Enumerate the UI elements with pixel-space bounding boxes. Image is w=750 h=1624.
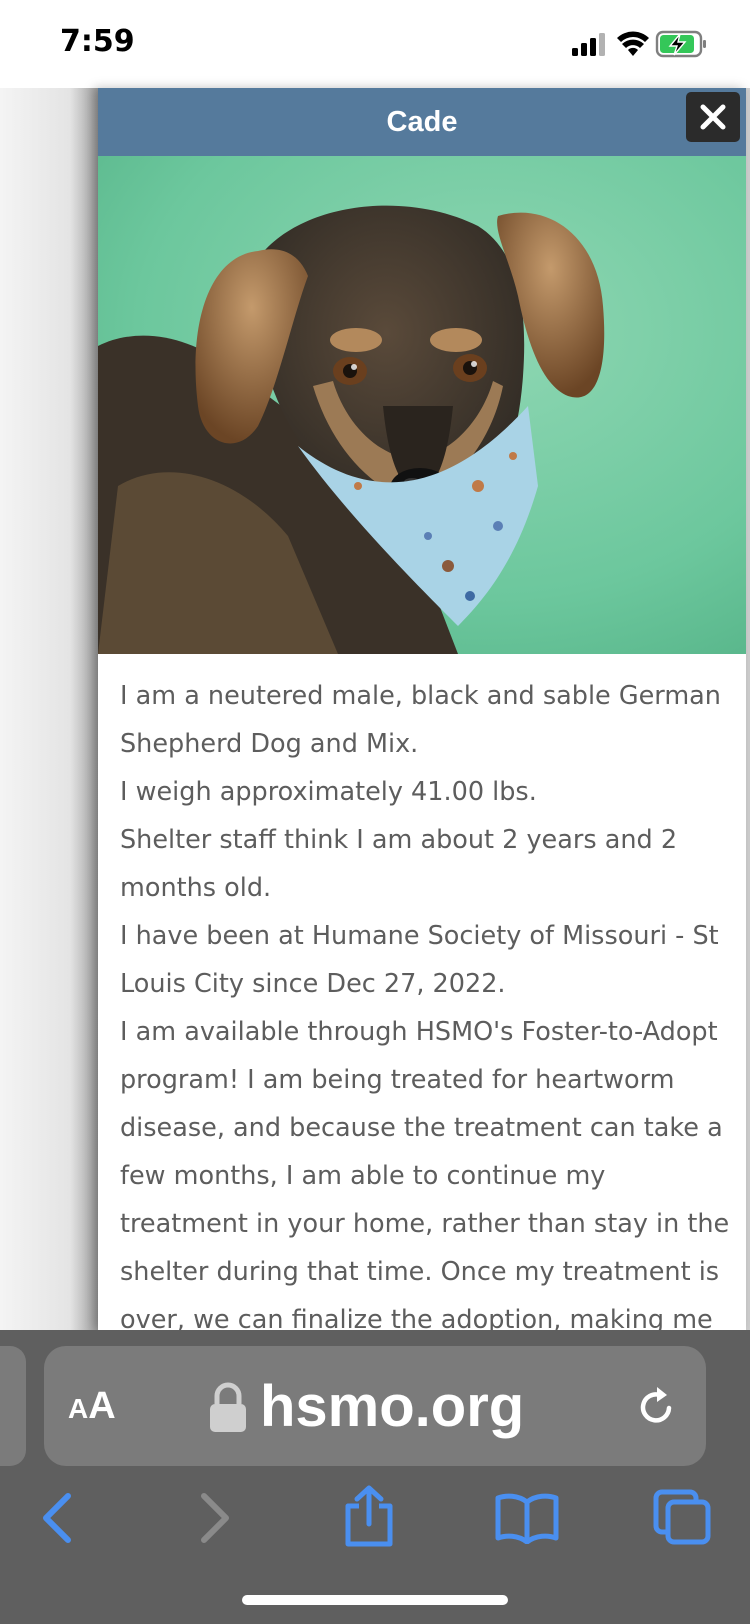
status-time: 7:59 (60, 24, 135, 59)
signal-icon (572, 33, 605, 56)
status-icons (572, 28, 722, 62)
modal-header: Cade (98, 88, 746, 156)
description-location: I have been at Humane Society of Missour… (120, 921, 719, 999)
modal-title: Cade (386, 106, 458, 138)
text-size-large-label: A (88, 1385, 116, 1427)
dog-photo (98, 156, 746, 654)
pet-description: I am a neutered male, black and sable Ge… (120, 672, 730, 1330)
description-foster-program: I am available through HSMO's Foster-to-… (120, 1017, 730, 1330)
pet-detail-modal: Cade I am a neutered male, black and sab… (98, 88, 746, 1330)
reload-icon[interactable] (636, 1384, 678, 1428)
bookmarks-icon[interactable] (494, 1492, 560, 1544)
lock-icon (210, 1382, 246, 1432)
description-age: Shelter staff think I am about 2 years a… (120, 825, 678, 903)
home-indicator (242, 1595, 508, 1605)
text-size-small-label: A (68, 1393, 89, 1424)
battery-charging-icon (655, 30, 706, 58)
previous-tab-peek[interactable] (0, 1346, 26, 1466)
forward-icon[interactable] (198, 1490, 234, 1546)
url-text: hsmo.org (260, 1374, 525, 1439)
browser-bottom-bar: AA hsmo.org (0, 1330, 750, 1624)
close-icon (700, 104, 726, 130)
text-size-button[interactable]: AA (68, 1382, 128, 1430)
status-bar: 7:59 (0, 0, 750, 88)
wifi-icon (617, 31, 649, 56)
tabs-icon[interactable] (652, 1488, 712, 1546)
description-gender-breed: I am a neutered male, black and sable Ge… (120, 681, 721, 759)
close-button[interactable] (686, 92, 740, 142)
back-icon[interactable] (38, 1490, 74, 1546)
address-bar[interactable]: AA hsmo.org (44, 1346, 706, 1466)
share-icon[interactable] (342, 1484, 396, 1548)
description-weight: I weigh approximately 41.00 lbs. (120, 777, 537, 807)
